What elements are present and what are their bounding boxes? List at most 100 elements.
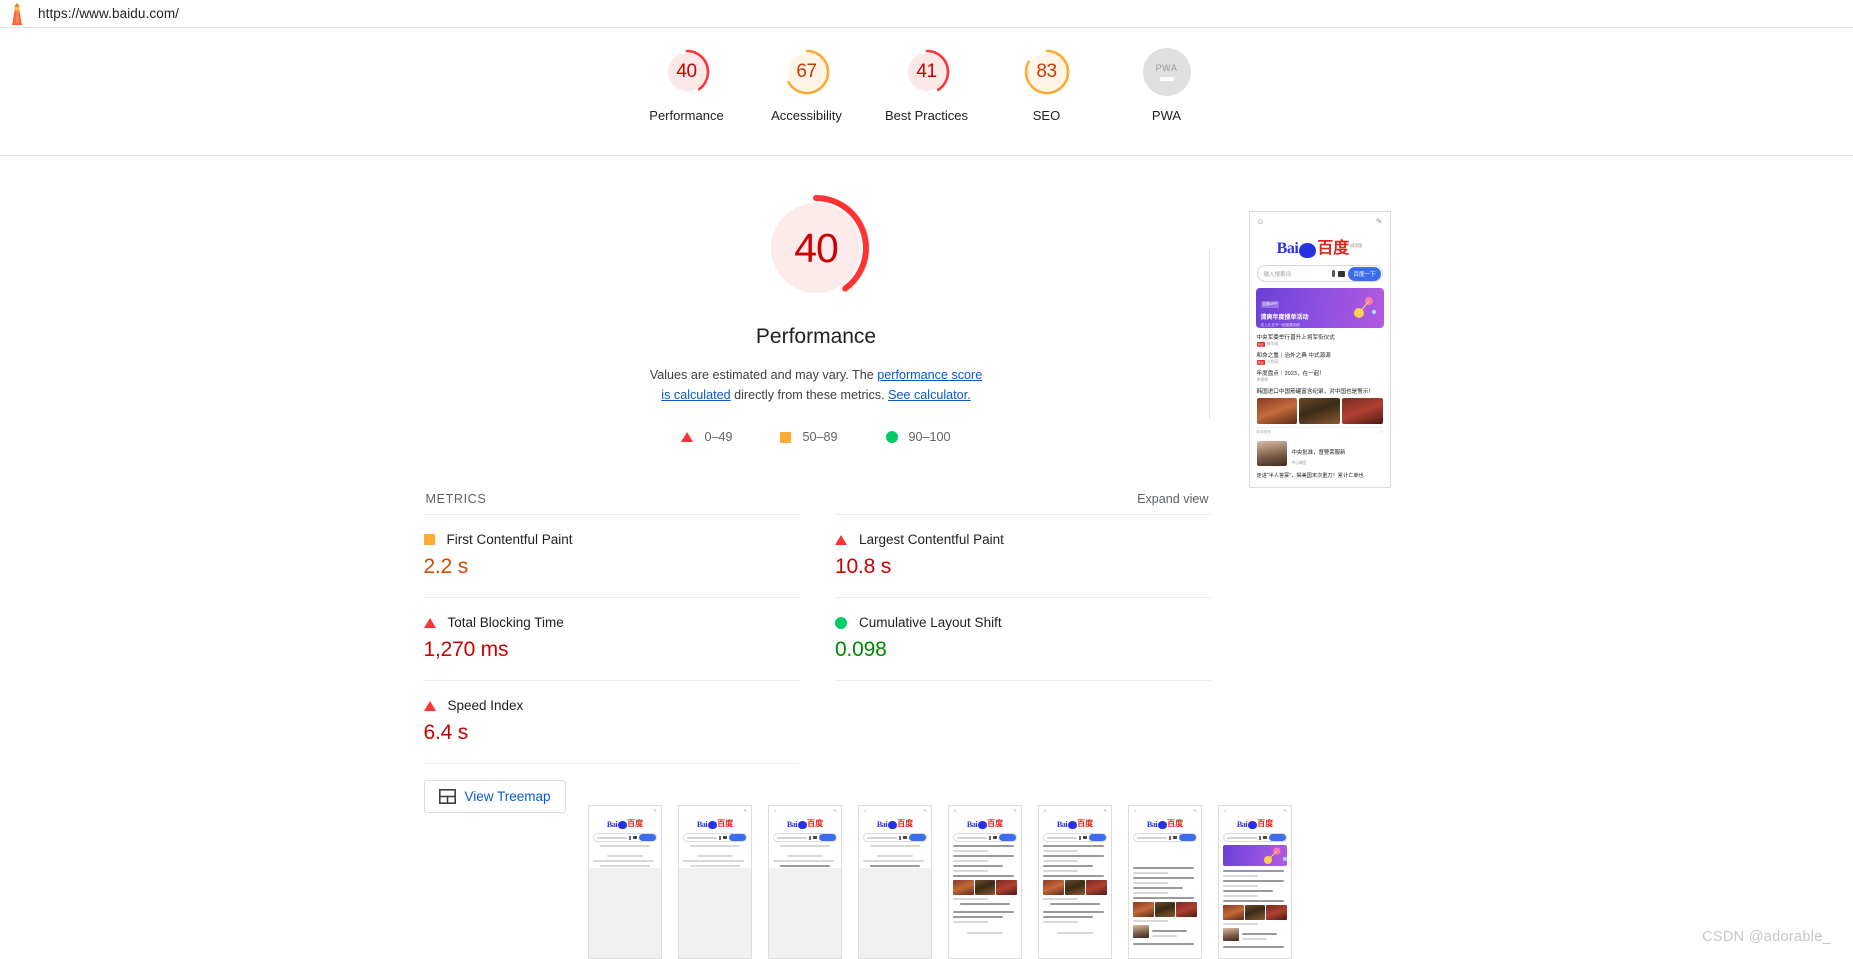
desc-text-1: Values are estimated and may vary. The xyxy=(649,368,878,382)
metric-speed-index[interactable]: Speed Index 6.4 s xyxy=(423,680,799,763)
final-screenshot-column: ☺ ✎ Bai 百度 网页版 输入搜索词 百度一下 百度APP 清爽年度搜单活动… xyxy=(1210,191,1430,488)
thumb-search-button[interactable]: 百度一下 xyxy=(1348,266,1381,281)
metric-cumulative-layout-shift[interactable]: Cumulative Layout Shift 0.098 xyxy=(835,597,1211,680)
news-title[interactable]: 中央军委举行晋升上将军衔仪式 xyxy=(1257,333,1383,341)
unloaded-area xyxy=(679,868,751,958)
filmstrip-frame-7[interactable]: ☺ ✎ Bai 百度 xyxy=(1128,805,1202,959)
hot-badge: 热议 xyxy=(1256,342,1265,347)
performance-column: 40 Performance Values are estimated and … xyxy=(423,191,1211,813)
edit-icon: ✎ xyxy=(1375,216,1383,226)
view-treemap-button[interactable]: View Treemap xyxy=(423,780,566,813)
metric-largest-contentful-paint[interactable]: Largest Contentful Paint 10.8 s xyxy=(835,514,1211,597)
gauge-performance-ring: 40 xyxy=(663,48,711,96)
performance-description: Values are estimated and may vary. The p… xyxy=(646,365,986,405)
news-source: 人民网 xyxy=(1266,360,1279,364)
filmstrip-frame-3[interactable]: ☺ ✎ Bai 百度 xyxy=(768,805,842,959)
gauge-performance-label: Performance xyxy=(649,108,724,123)
gauge-performance-score: 40 xyxy=(676,61,697,82)
close-icon[interactable]: × xyxy=(1380,430,1382,435)
metrics-section: METRICS Expand view First Contentful Pai… xyxy=(423,492,1211,813)
news-title[interactable]: 年度盘点｜2023，在一起！ xyxy=(1257,369,1383,377)
news-title[interactable]: 和命之重｜治外之典 中式源源 xyxy=(1257,351,1383,359)
metrics-grid: First Contentful Paint 2.2 s Total Block… xyxy=(423,514,1211,813)
circle-icon xyxy=(835,616,847,629)
main-content: 40 Performance Values are estimated and … xyxy=(0,156,1853,813)
edit-icon: ✎ xyxy=(1283,808,1287,813)
banner-subtitle: 迎上元旦节一起团圆到底 xyxy=(1260,323,1301,327)
user-icon: ☺ xyxy=(863,808,868,813)
circle-icon xyxy=(885,431,898,443)
filmstrip-frame-2[interactable]: ✎ Bai 百度 xyxy=(678,805,752,959)
thumb-image-row xyxy=(1256,398,1383,424)
legend-range-average: 50–89 xyxy=(802,430,838,444)
edit-icon: ✎ xyxy=(923,808,927,813)
hot-badge: 热议 xyxy=(1256,360,1265,365)
search-box xyxy=(1133,833,1197,842)
metric-name: Largest Contentful Paint xyxy=(859,532,1004,547)
search-box xyxy=(1043,833,1107,842)
user-icon: ☺ xyxy=(1256,216,1265,226)
gauge-pwa-ring: PWA xyxy=(1142,48,1191,96)
gauge-best-practices-ring: 41 xyxy=(903,48,951,96)
search-box xyxy=(1223,833,1287,842)
thumb-search-box[interactable]: 输入搜索词 百度一下 xyxy=(1256,265,1383,282)
thumb-image xyxy=(1299,398,1340,424)
edit-icon: ✎ xyxy=(1193,808,1197,813)
banner-decoration-icon xyxy=(1353,297,1376,318)
metric-value: 10.8 s xyxy=(835,555,892,578)
filmstrip-frame-5[interactable]: ☺ ✎ Bai 百度 xyxy=(948,805,1022,959)
filmstrip-frame-6[interactable]: ☺ ✎ Bai 百度 xyxy=(1038,805,1112,959)
metric-value: 2.2 s xyxy=(423,555,469,578)
filmstrip-frame-8[interactable]: ☺ ✎ Bai 百度 xyxy=(1218,805,1292,959)
desc-text-2: directly from these metrics. xyxy=(730,388,889,402)
performance-big-gauge: 40 xyxy=(759,191,873,305)
performance-title: Performance xyxy=(755,325,877,348)
square-icon xyxy=(780,431,792,443)
thumb-news-card[interactable]: 中央批准，督警荣服新 中心典型 xyxy=(1256,438,1383,469)
gauge-performance[interactable]: 40 Performance xyxy=(627,48,747,123)
card-title: 中央批准，督警荣服新 xyxy=(1291,450,1346,456)
see-calculator-link[interactable]: See calculator. xyxy=(888,388,971,402)
gauge-seo-ring: 83 xyxy=(1023,48,1071,96)
search-box xyxy=(863,833,927,842)
user-icon: ☺ xyxy=(1133,808,1138,813)
gauge-pwa-label: PWA xyxy=(1151,108,1182,123)
user-icon: ☺ xyxy=(773,808,778,813)
lighthouse-icon xyxy=(11,2,23,25)
metric-name: First Contentful Paint xyxy=(446,532,573,547)
final-screenshot-thumbnail[interactable]: ☺ ✎ Bai 百度 网页版 输入搜索词 百度一下 百度APP 清爽年度搜单活动… xyxy=(1248,211,1391,488)
logo-sup-text: 网页版 xyxy=(1350,243,1363,248)
metric-first-contentful-paint[interactable]: First Contentful Paint 2.2 s xyxy=(423,514,799,597)
thumb-footer-text[interactable]: 走进“半人答宴”，揭美国末次重刀！累计亡单也 xyxy=(1250,469,1390,479)
triangle-icon xyxy=(423,617,436,628)
gauge-pwa-score: PWA xyxy=(1155,63,1178,73)
legend-item-fail: 0–49 xyxy=(681,430,732,444)
thumb-promo-banner[interactable]: 百度APP 清爽年度搜单活动 迎上元旦节一起团圆到底 立即参加 xyxy=(1255,288,1384,328)
edit-icon: ✎ xyxy=(1013,808,1017,813)
filmstrip-frame-4[interactable]: ☺ ✎ Bai 百度 xyxy=(858,805,932,959)
gauge-seo[interactable]: 83 SEO xyxy=(987,48,1107,123)
metrics-right-spacer xyxy=(835,680,1211,784)
baidu-logo: Bai 百度 xyxy=(696,819,734,829)
gauge-pwa[interactable]: PWA PWA xyxy=(1107,48,1227,123)
baidu-logo: Bai 百度 xyxy=(1056,819,1094,829)
gauge-seo-label: SEO xyxy=(1032,108,1061,123)
gauge-accessibility[interactable]: 67 Accessibility xyxy=(747,48,867,123)
score-gauges-strip: 40 Performance 67 Accessibility 41 Best … xyxy=(0,28,1853,140)
triangle-icon xyxy=(423,700,436,711)
banner-decoration-icon xyxy=(1264,847,1287,864)
unloaded-area xyxy=(859,868,931,958)
user-icon: ☺ xyxy=(1223,808,1228,813)
news-source: 新华网 xyxy=(1266,342,1279,346)
expand-view-toggle[interactable]: Expand view xyxy=(1137,492,1208,506)
filmstrip-frame-1[interactable]: ✎ Bai 百度 xyxy=(588,805,662,959)
paw-icon xyxy=(1299,243,1317,258)
thumb-news-list: 中央军委举行晋升上将军衔仪式 热议 新华网 和命之重｜治外之典 中式源源 热议 … xyxy=(1250,328,1390,469)
baidu-logo: Bai 百度 xyxy=(1146,819,1184,829)
gauge-best-practices[interactable]: 41 Best Practices xyxy=(867,48,987,123)
metric-total-blocking-time[interactable]: Total Blocking Time 1,270 ms xyxy=(423,597,799,680)
search-box xyxy=(683,833,747,842)
thumb-topbar: ☺ ✎ xyxy=(1250,212,1390,230)
thumb-headline[interactable]: 韩国进口中国筋罐富含纪录，对中国也是警示！ xyxy=(1257,387,1383,395)
metrics-column-left: First Contentful Paint 2.2 s Total Block… xyxy=(423,514,799,813)
